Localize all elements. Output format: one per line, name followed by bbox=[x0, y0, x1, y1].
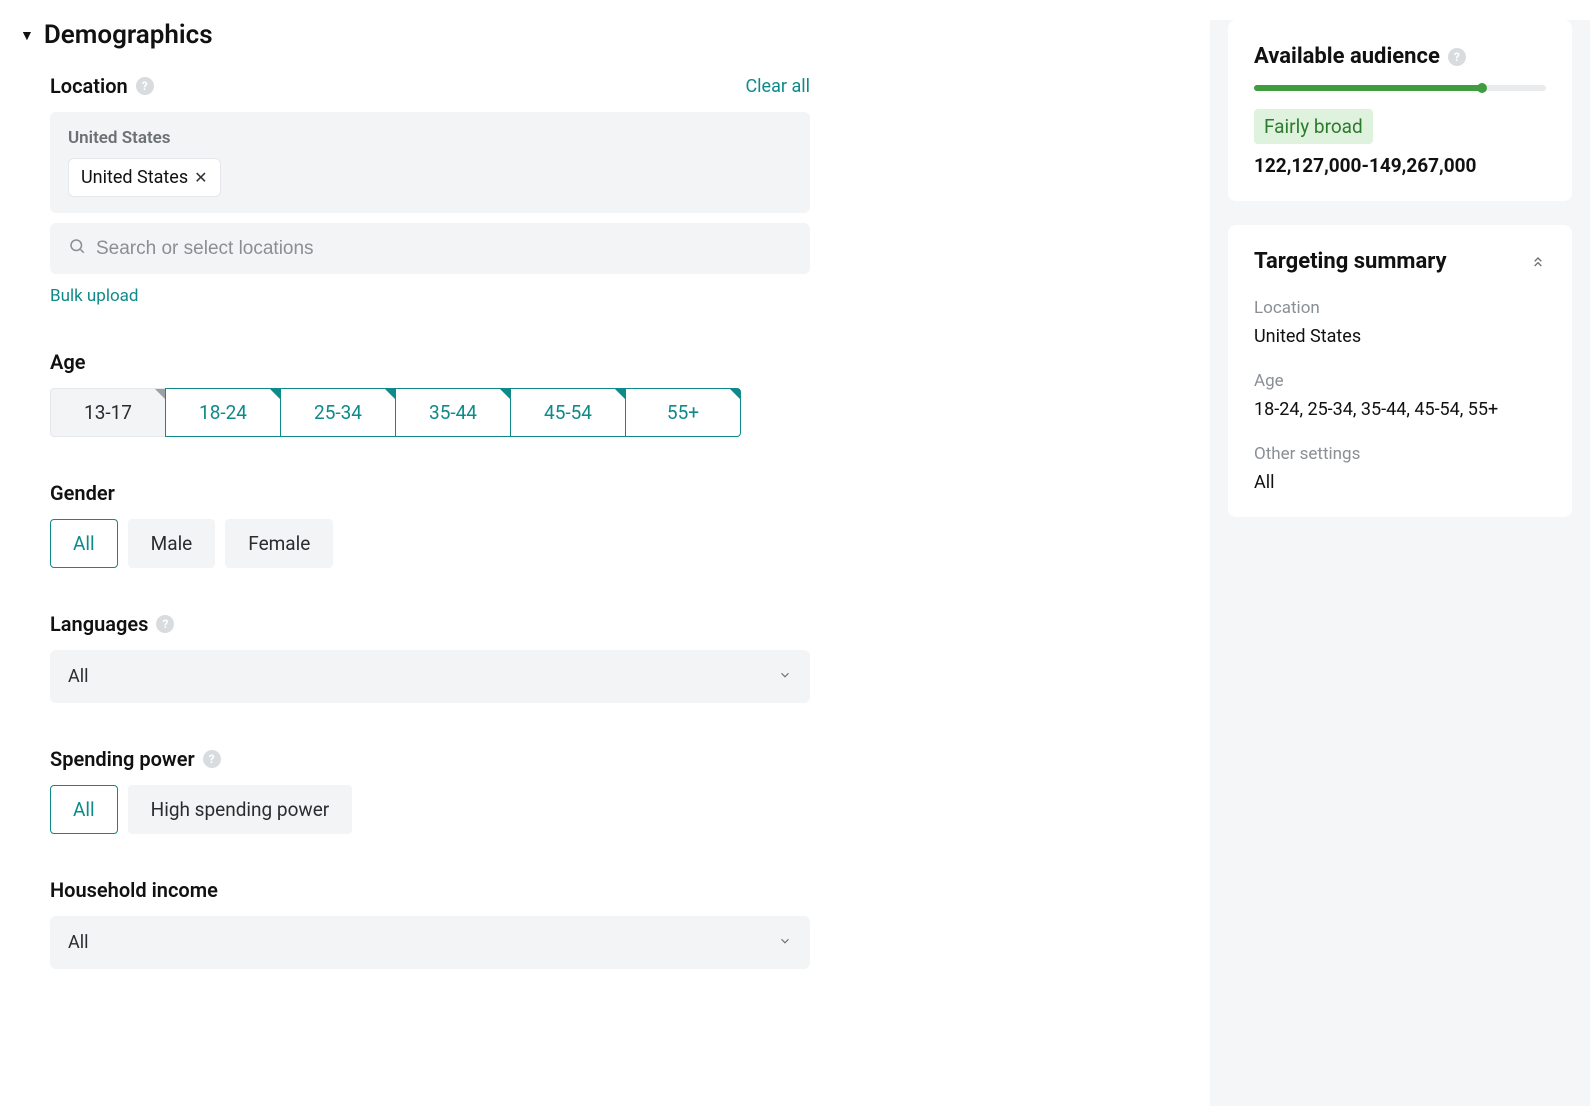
summary-age-value: 18-24, 25-34, 35-44, 45-54, 55+ bbox=[1254, 399, 1546, 420]
help-icon[interactable]: ? bbox=[203, 750, 221, 768]
demographics-panel: ▼ Demographics Location ? Clear all Unit… bbox=[20, 20, 1210, 1106]
location-search-box[interactable] bbox=[50, 223, 810, 274]
audience-meter-fill bbox=[1254, 85, 1482, 91]
location-label: Location ? bbox=[50, 74, 154, 98]
summary-title: Targeting summary bbox=[1254, 249, 1447, 274]
household-income-label: Household income bbox=[50, 878, 218, 902]
chevron-down-icon bbox=[778, 668, 792, 686]
age-option-55-plus[interactable]: 55+ bbox=[625, 388, 741, 437]
gender-btn-group: All Male Female bbox=[50, 519, 810, 568]
location-chip-united-states[interactable]: United States ✕ bbox=[68, 158, 221, 197]
location-selected-box: United States United States ✕ bbox=[50, 112, 810, 213]
age-option-35-44[interactable]: 35-44 bbox=[395, 388, 511, 437]
caret-down-icon: ▼ bbox=[20, 27, 34, 44]
chevron-down-icon bbox=[778, 934, 792, 952]
age-label: Age bbox=[50, 350, 86, 374]
gender-label: Gender bbox=[50, 481, 115, 505]
gender-option-male[interactable]: Male bbox=[128, 519, 216, 568]
age-option-25-34[interactable]: 25-34 bbox=[280, 388, 396, 437]
gender-option-all[interactable]: All bbox=[50, 519, 118, 568]
help-icon[interactable]: ? bbox=[156, 615, 174, 633]
summary-other-label: Other settings bbox=[1254, 444, 1546, 464]
summary-age-label: Age bbox=[1254, 371, 1546, 391]
audience-status-badge: Fairly broad bbox=[1254, 109, 1373, 144]
summary-location-label: Location bbox=[1254, 298, 1546, 318]
spending-power-group: Spending power ? All High spending power bbox=[50, 747, 810, 834]
spending-power-btn-group: All High spending power bbox=[50, 785, 810, 834]
collapse-double-chevron-icon[interactable] bbox=[1530, 254, 1546, 270]
audience-range: 122,127,000-149,267,000 bbox=[1254, 154, 1546, 177]
demographics-header[interactable]: ▼ Demographics bbox=[20, 20, 1170, 50]
summary-location-value: United States bbox=[1254, 326, 1546, 347]
household-income-dropdown[interactable]: All bbox=[50, 916, 810, 969]
audience-card: Available audience ? Fairly broad 122,12… bbox=[1228, 20, 1572, 201]
audience-title: Available audience ? bbox=[1254, 44, 1546, 69]
age-group: Age 13-17 18-24 25-34 35-44 45-54 55+ bbox=[50, 350, 810, 437]
languages-value: All bbox=[68, 666, 89, 687]
search-icon bbox=[68, 237, 86, 260]
sidebar: Available audience ? Fairly broad 122,12… bbox=[1210, 20, 1590, 1106]
demographics-title: Demographics bbox=[44, 20, 213, 50]
location-country-group: United States bbox=[68, 128, 792, 148]
spending-power-label: Spending power ? bbox=[50, 747, 221, 771]
age-option-18-24[interactable]: 18-24 bbox=[165, 388, 281, 437]
gender-option-female[interactable]: Female bbox=[225, 519, 333, 568]
location-search-input[interactable] bbox=[96, 238, 792, 260]
languages-dropdown[interactable]: All bbox=[50, 650, 810, 703]
household-income-group: Household income All bbox=[50, 878, 810, 969]
languages-group: Languages ? All bbox=[50, 612, 810, 703]
audience-meter bbox=[1254, 85, 1546, 91]
targeting-summary-card: Targeting summary Location United States… bbox=[1228, 225, 1572, 517]
languages-label: Languages ? bbox=[50, 612, 174, 636]
audience-meter-dot bbox=[1477, 83, 1487, 93]
close-icon[interactable]: ✕ bbox=[194, 168, 207, 187]
age-option-45-54[interactable]: 45-54 bbox=[510, 388, 626, 437]
household-income-value: All bbox=[68, 932, 89, 953]
help-icon[interactable]: ? bbox=[136, 77, 154, 95]
gender-group: Gender All Male Female bbox=[50, 481, 810, 568]
clear-all-link[interactable]: Clear all bbox=[745, 76, 810, 97]
spending-option-high[interactable]: High spending power bbox=[128, 785, 353, 834]
location-group: Location ? Clear all United States Unite… bbox=[50, 74, 810, 306]
location-chip-label: United States bbox=[81, 167, 188, 188]
help-icon[interactable]: ? bbox=[1448, 48, 1466, 66]
spending-option-all[interactable]: All bbox=[50, 785, 118, 834]
age-segmented: 13-17 18-24 25-34 35-44 45-54 55+ bbox=[50, 388, 810, 437]
summary-other-value: All bbox=[1254, 472, 1546, 493]
age-option-13-17[interactable]: 13-17 bbox=[50, 388, 166, 437]
bulk-upload-link[interactable]: Bulk upload bbox=[50, 286, 139, 306]
